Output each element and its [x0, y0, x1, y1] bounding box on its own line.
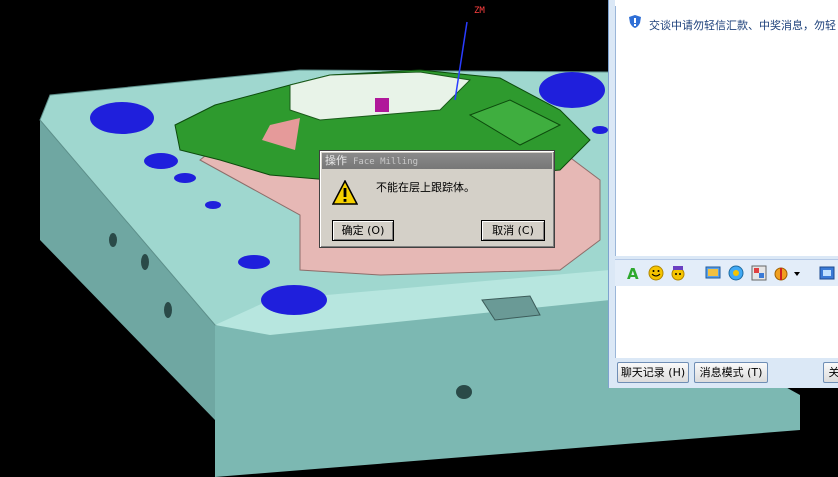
axis-label: ZM — [474, 6, 485, 16]
ok-button[interactable]: 确定 (O) — [332, 220, 394, 241]
hole — [144, 153, 178, 169]
hole — [90, 102, 154, 134]
chat-toolbar: A — [615, 259, 838, 287]
chat-history-pane[interactable]: 交谈中请勿轻信汇款、中奖消息，勿轻 — [615, 6, 838, 256]
svg-text:A: A — [627, 265, 639, 281]
side-hole — [109, 233, 117, 247]
image-icon[interactable] — [751, 265, 767, 281]
dialog-title: 操作 — [325, 154, 347, 167]
dialog-app-name: Face Milling — [353, 157, 419, 167]
message-mode-button[interactable]: 消息模式 (T) — [694, 362, 768, 383]
gift-icon[interactable] — [774, 265, 790, 281]
chat-window: 交谈中请勿轻信汇款、中奖消息，勿轻 A 聊天记录 (H) 消息模式 (T) 关 — [608, 0, 838, 388]
music-icon[interactable] — [728, 265, 744, 281]
dialog-message: 不能在层上跟踪体。 — [376, 181, 475, 194]
screenshot-icon[interactable] — [705, 265, 721, 281]
hole — [592, 126, 608, 134]
hole — [205, 201, 221, 209]
emoticon-icon[interactable] — [648, 265, 664, 281]
font-icon[interactable]: A — [625, 265, 641, 281]
warning-icon — [332, 180, 358, 205]
capture-icon[interactable] — [819, 265, 835, 281]
hole — [238, 255, 270, 269]
hole — [539, 72, 605, 108]
side-hole — [456, 385, 472, 399]
cancel-button[interactable]: 取消 (C) — [481, 220, 545, 241]
magenta-feature — [375, 98, 389, 112]
close-button[interactable]: 关 — [823, 362, 838, 383]
side-hole — [141, 254, 149, 270]
hole — [261, 285, 327, 315]
security-notice: 交谈中请勿轻信汇款、中奖消息，勿轻 — [649, 19, 836, 32]
hole — [174, 173, 196, 183]
message-input[interactable] — [615, 286, 838, 358]
chat-history-button[interactable]: 聊天记录 (H) — [617, 362, 689, 383]
warning-dialog: 操作 Face Milling 不能在层上跟踪体。 确定 (O) 取消 (C) — [319, 150, 555, 248]
more-dropdown-icon[interactable] — [792, 265, 802, 281]
magic-emoticon-icon[interactable] — [670, 265, 686, 281]
dialog-title-bar[interactable]: 操作 Face Milling — [322, 153, 552, 169]
side-hole — [164, 302, 172, 318]
shield-icon — [629, 15, 641, 28]
